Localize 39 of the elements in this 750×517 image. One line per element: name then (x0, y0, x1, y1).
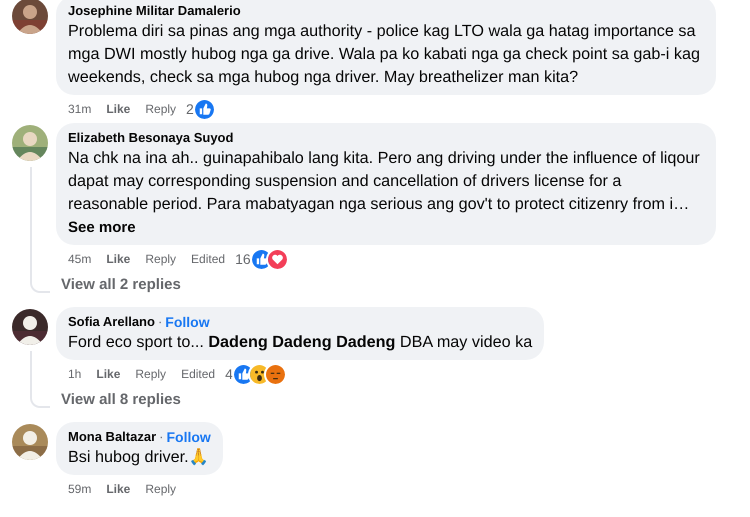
thread-line (30, 351, 50, 408)
like-link[interactable]: Like (106, 100, 130, 118)
like-link[interactable]: Like (106, 250, 130, 268)
reply-link[interactable]: Reply (145, 250, 176, 268)
comment-time: 59m (68, 481, 92, 498)
separator-dot: · (159, 428, 164, 446)
comment-text: Bsi hubog driver.🙏 (68, 447, 210, 468)
reply-link[interactable]: Reply (145, 100, 176, 118)
reaction-count[interactable]: 16 (235, 248, 251, 270)
view-replies-link[interactable]: View all 2 replies (61, 275, 181, 295)
like-reaction-icon (252, 250, 271, 268)
like-reaction-icon (234, 364, 253, 384)
follow-link[interactable]: Follow (165, 313, 210, 331)
comment-text: Ford eco sport to... Dadeng Dadeng Dadeng DBA may video ka (68, 332, 532, 353)
comment-time: 1h (68, 366, 82, 383)
like-link[interactable]: Like (96, 365, 120, 383)
comment-text: Na chk na ina ah.. guinapahibalo lang kita. Pero ang driving under the influence of liqour dapat may corresponding suspension and cancellation of drivers license for a reasonable period. Para mabatyagan nga serious ang gov't to protect citizenry from i… (68, 148, 701, 215)
edited-label: Edited (181, 366, 216, 383)
follow-link[interactable]: Follow (166, 428, 211, 446)
see-more-link[interactable]: See more (68, 216, 136, 239)
reaction-count[interactable]: 2 (186, 98, 194, 120)
author-name[interactable]: Sofia Arellano (68, 313, 155, 331)
love-reaction-icon (268, 250, 287, 268)
author-name[interactable]: Josephine Militar Damalerio (68, 2, 241, 20)
comment-time: 45m (68, 251, 92, 268)
separator-dot: · (158, 313, 162, 331)
angry-reaction-icon (266, 364, 285, 384)
view-replies-link[interactable]: View all 8 replies (61, 390, 181, 410)
author-name[interactable]: Mona Baltazar (68, 428, 156, 446)
comment-text: Problema diri sa pinas ang mga authority - police kag LTO wala ga hatag importance sa mga DWI mostly hubog nga ga drive. Wala pa ko kabati nga ga check point sa gab-i kag weekends, check sa mga hubog nga driver. May breathelizer man kita? (68, 21, 701, 88)
like-reaction-icon (194, 100, 214, 118)
wow-reaction-icon (250, 364, 269, 384)
comment-time: 31m (68, 101, 92, 118)
like-link[interactable]: Like (106, 480, 130, 498)
reaction-count[interactable]: 4 (225, 364, 233, 384)
author-name[interactable]: Elizabeth Besonaya Suyod (68, 129, 234, 147)
edited-label: Edited (191, 251, 226, 268)
reply-link[interactable]: Reply (145, 480, 176, 498)
reply-link[interactable]: Reply (135, 365, 166, 383)
